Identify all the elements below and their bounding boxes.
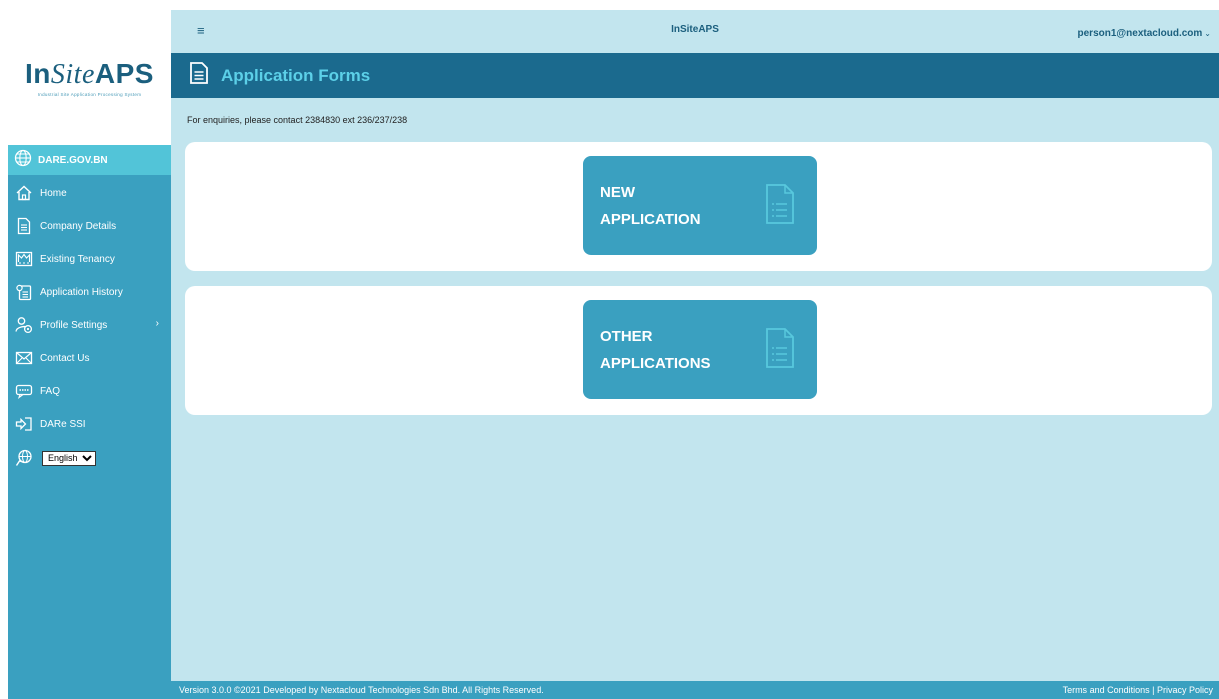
sidebar-item-label: Contact Us: [40, 352, 90, 364]
globe-hand-icon: [14, 448, 34, 468]
login-arrow-icon: [14, 414, 34, 434]
chevron-down-icon: ⌄: [1204, 29, 1211, 38]
clipboard-icon: [14, 282, 34, 302]
sidebar-item-label: FAQ: [40, 385, 61, 397]
sidebar-site-link[interactable]: DARE.GOV.BN: [8, 145, 171, 175]
sidebar-language: English: [8, 444, 171, 472]
top-bar: ≡ InSiteAPS person1@nextacloud.com ⌄: [171, 10, 1219, 53]
factory-icon: [14, 249, 34, 269]
sidebar-item-dare-ssi[interactable]: DARe SSI: [8, 410, 171, 438]
logo-suffix: APS: [94, 58, 154, 89]
app-title: InSiteAPS: [671, 24, 719, 35]
other-applications-label-line2: APPLICATIONS: [600, 355, 711, 372]
page-title: Application Forms: [221, 65, 371, 85]
globe-icon: [14, 149, 32, 172]
form-document-icon: [765, 183, 795, 230]
sidebar-site-label: DARE.GOV.BN: [38, 154, 108, 166]
logo-subtitle: Industrial Site Application Processing S…: [37, 92, 142, 97]
language-select[interactable]: English: [42, 450, 96, 466]
sidebar-item-label: Home: [40, 187, 67, 199]
footer: Version 3.0.0 ©2021 Developed by Nextacl…: [171, 681, 1219, 699]
app-logo[interactable]: InSiteAPS: [8, 58, 171, 91]
sidebar-item-home[interactable]: Home: [8, 179, 171, 207]
home-icon: [14, 183, 34, 203]
terms-link[interactable]: Terms and Conditions: [1063, 685, 1150, 695]
enquiry-text: For enquiries, please contact 2384830 ex…: [187, 115, 408, 125]
user-menu[interactable]: person1@nextacloud.com ⌄: [1078, 28, 1211, 39]
sidebar-item-label: Company Details: [40, 220, 117, 232]
sidebar-item-faq[interactable]: FAQ: [8, 377, 171, 405]
sidebar-item-label: DARe SSI: [40, 418, 86, 430]
other-applications-button[interactable]: OTHER APPLICATIONS: [583, 300, 817, 399]
sidebar-item-company-details[interactable]: Company Details: [8, 212, 171, 240]
new-application-card: NEW APPLICATION: [185, 142, 1212, 271]
page-header: Application Forms: [171, 53, 1219, 98]
sidebar-item-application-history[interactable]: Application History: [8, 278, 171, 306]
privacy-link[interactable]: Privacy Policy: [1157, 685, 1213, 695]
new-application-label-line2: APPLICATION: [600, 211, 701, 228]
user-email: person1@nextacloud.com: [1077, 28, 1203, 39]
other-applications-label-line1: OTHER: [600, 328, 653, 345]
logo-middle: Site: [50, 59, 95, 90]
sidebar-item-profile-settings[interactable]: Profile Settings ›: [8, 311, 171, 339]
user-settings-icon: [14, 315, 34, 335]
footer-links: Terms and Conditions | Privacy Policy: [1063, 685, 1213, 695]
sidebar-item-contact-us[interactable]: Contact Us: [8, 344, 171, 372]
sidebar-item-label: Application History: [40, 286, 123, 298]
new-application-label-line1: NEW: [600, 184, 635, 201]
envelope-icon: [14, 348, 34, 368]
document-icon: [14, 216, 34, 236]
logo-area: InSiteAPS Industrial Site Application Pr…: [8, 10, 171, 145]
sidebar: InSiteAPS Industrial Site Application Pr…: [8, 10, 171, 699]
new-application-button[interactable]: NEW APPLICATION: [583, 156, 817, 255]
chat-icon: [14, 381, 34, 401]
sidebar-item-label: Profile Settings: [40, 319, 108, 331]
sidebar-item-existing-tenancy[interactable]: Existing Tenancy: [8, 245, 171, 273]
sidebar-item-label: Existing Tenancy: [40, 253, 115, 265]
document-icon: [189, 62, 209, 89]
main-content: For enquiries, please contact 2384830 ex…: [171, 98, 1219, 681]
footer-copyright: Version 3.0.0 ©2021 Developed by Nextacl…: [179, 685, 544, 695]
footer-separator: |: [1152, 685, 1155, 695]
chevron-right-icon: ›: [155, 318, 159, 329]
logo-prefix: In: [25, 58, 51, 89]
other-applications-card: OTHER APPLICATIONS: [185, 286, 1212, 415]
form-document-icon: [765, 327, 795, 374]
